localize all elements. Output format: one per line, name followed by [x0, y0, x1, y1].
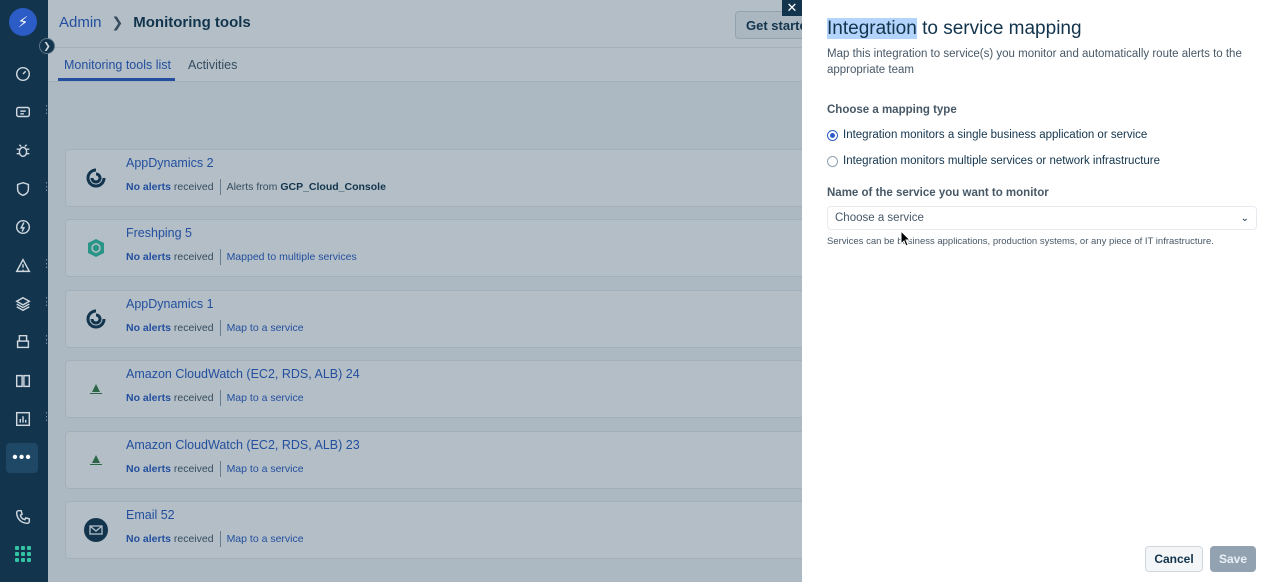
book-icon[interactable]: [8, 368, 38, 394]
left-navigation: ⚡ ❯ ⋮ ⋮ ⋮ ⋮ ⋮ ⋮ •••: [0, 0, 55, 582]
service-mapping-panel: Integration to service mapping Map this …: [802, 0, 1263, 582]
panel-title-rest: to service mapping: [916, 18, 1082, 39]
panel-title: Integration to service mapping: [827, 18, 1082, 40]
radio-unchecked-icon[interactable]: [827, 155, 838, 167]
service-select[interactable]: Choose a service ⌄: [827, 206, 1257, 230]
save-button[interactable]: Save: [1210, 546, 1256, 572]
mouse-cursor-icon: [900, 230, 912, 247]
dashboard-icon[interactable]: [8, 61, 38, 87]
phone-icon[interactable]: [8, 504, 38, 530]
alert-icon[interactable]: [8, 253, 38, 279]
service-helper-text: Services can be business applications, p…: [827, 236, 1214, 247]
radio-checked-icon[interactable]: [827, 129, 838, 141]
service-name-label: Name of the service you want to monitor: [827, 187, 1049, 199]
analytics-icon[interactable]: [8, 406, 38, 432]
close-icon[interactable]: ✕: [782, 0, 802, 16]
bolt-icon[interactable]: [8, 214, 38, 240]
mapping-type-label: Choose a mapping type: [827, 104, 957, 116]
panel-title-highlight: Integration: [827, 18, 917, 39]
bug-icon[interactable]: [8, 138, 38, 164]
modal-backdrop[interactable]: [48, 0, 802, 582]
print-icon[interactable]: [8, 329, 38, 355]
apps-icon[interactable]: [8, 541, 38, 567]
logo-icon[interactable]: ⚡: [9, 8, 37, 36]
panel-description: Map this integration to service(s) you m…: [827, 48, 1242, 76]
cancel-button[interactable]: Cancel: [1145, 546, 1203, 572]
shield-icon[interactable]: [8, 176, 38, 202]
tickets-icon[interactable]: [8, 99, 38, 125]
radio-label[interactable]: Integration monitors a single business a…: [843, 129, 1147, 141]
service-select-placeholder: Choose a service: [835, 212, 924, 224]
expand-nav-icon[interactable]: ❯: [39, 38, 55, 54]
radio-label[interactable]: Integration monitors multiple services o…: [843, 155, 1160, 167]
layers-icon[interactable]: [8, 291, 38, 317]
radio-single-service[interactable]: Integration monitors a single business a…: [827, 129, 1147, 141]
radio-multiple-services[interactable]: Integration monitors multiple services o…: [827, 155, 1160, 167]
more-icon[interactable]: •••: [6, 443, 38, 473]
chevron-down-icon: ⌄: [1240, 213, 1249, 224]
